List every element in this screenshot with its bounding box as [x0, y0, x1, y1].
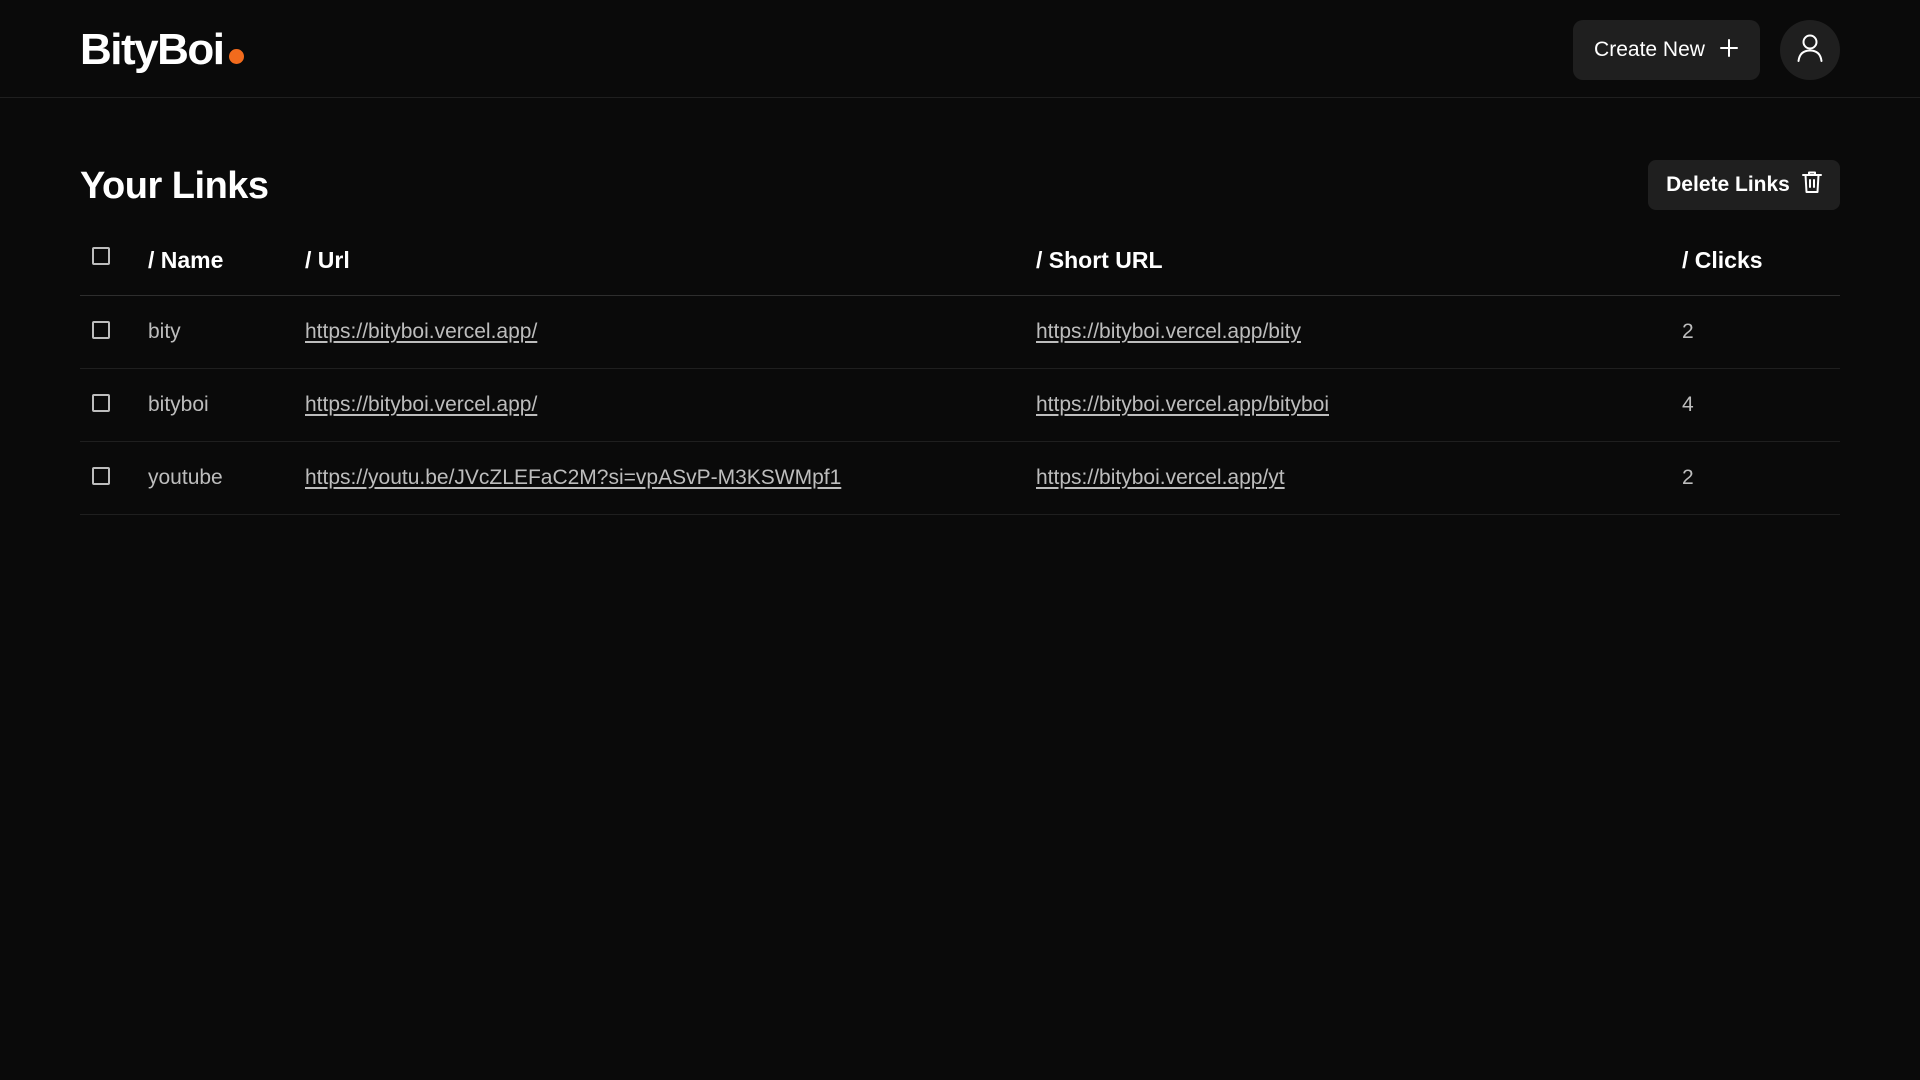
row-checkbox[interactable] [92, 467, 110, 485]
create-new-label: Create New [1594, 38, 1705, 61]
row-select-cell [92, 442, 114, 514]
row-select-cell [92, 369, 114, 441]
logo[interactable]: BityBoi [80, 22, 244, 78]
top-bar: BityBoi Create New [0, 0, 1920, 98]
table-row: bityboi https://bityboi.vercel.app/ http… [80, 369, 1840, 442]
column-header-name[interactable]: / Name [148, 226, 223, 295]
table-row: bity https://bityboi.vercel.app/ https:/… [80, 296, 1840, 369]
user-menu-button[interactable] [1780, 20, 1840, 80]
table-header-row: / Name / Url / Short URL / Clicks [80, 226, 1840, 296]
click-count: 2 [1682, 320, 1694, 343]
row-checkbox[interactable] [92, 321, 110, 339]
short-url-cell: https://bityboi.vercel.app/bity [1036, 296, 1301, 368]
link-url[interactable]: https://bityboi.vercel.app/ [305, 320, 537, 344]
link-url-cell: https://youtu.be/JVcZLEFaC2M?si=vpASvP-M… [305, 442, 841, 514]
column-header-clicks[interactable]: / Clicks [1682, 226, 1763, 295]
link-url-cell: https://bityboi.vercel.app/ [305, 296, 537, 368]
table-row: youtube https://youtu.be/JVcZLEFaC2M?si=… [80, 442, 1840, 515]
column-header-url[interactable]: / Url [305, 226, 350, 295]
click-count: 4 [1682, 393, 1694, 416]
logo-dot [228, 49, 244, 64]
links-table: / Name / Url / Short URL / Clicks bity h… [80, 226, 1840, 515]
trash-icon [1801, 170, 1822, 200]
delete-links-button[interactable]: Delete Links [1648, 160, 1840, 210]
short-url[interactable]: https://bityboi.vercel.app/bity [1036, 320, 1301, 344]
link-url-cell: https://bityboi.vercel.app/ [305, 369, 537, 441]
row-select-cell [92, 296, 114, 368]
link-url[interactable]: https://bityboi.vercel.app/ [305, 393, 537, 417]
page-title: Your Links [80, 165, 269, 207]
short-url-cell: https://bityboi.vercel.app/bityboi [1036, 369, 1329, 441]
select-all-cell [92, 226, 114, 295]
delete-links-label: Delete Links [1666, 173, 1790, 196]
logo-text: BityBoi [80, 25, 225, 74]
link-name: bity [148, 320, 181, 343]
short-url[interactable]: https://bityboi.vercel.app/bityboi [1036, 393, 1329, 417]
short-url-cell: https://bityboi.vercel.app/yt [1036, 442, 1285, 514]
row-checkbox[interactable] [92, 394, 110, 412]
short-url[interactable]: https://bityboi.vercel.app/yt [1036, 466, 1285, 490]
click-count: 2 [1682, 466, 1694, 489]
user-icon [1796, 33, 1824, 68]
link-name: bityboi [148, 393, 209, 416]
select-all-checkbox[interactable] [92, 246, 110, 265]
link-name: youtube [148, 466, 223, 489]
create-new-button[interactable]: Create New [1573, 20, 1760, 80]
plus-icon [1719, 34, 1739, 64]
column-header-short-url[interactable]: / Short URL [1036, 226, 1163, 295]
link-url[interactable]: https://youtu.be/JVcZLEFaC2M?si=vpASvP-M… [305, 466, 841, 490]
